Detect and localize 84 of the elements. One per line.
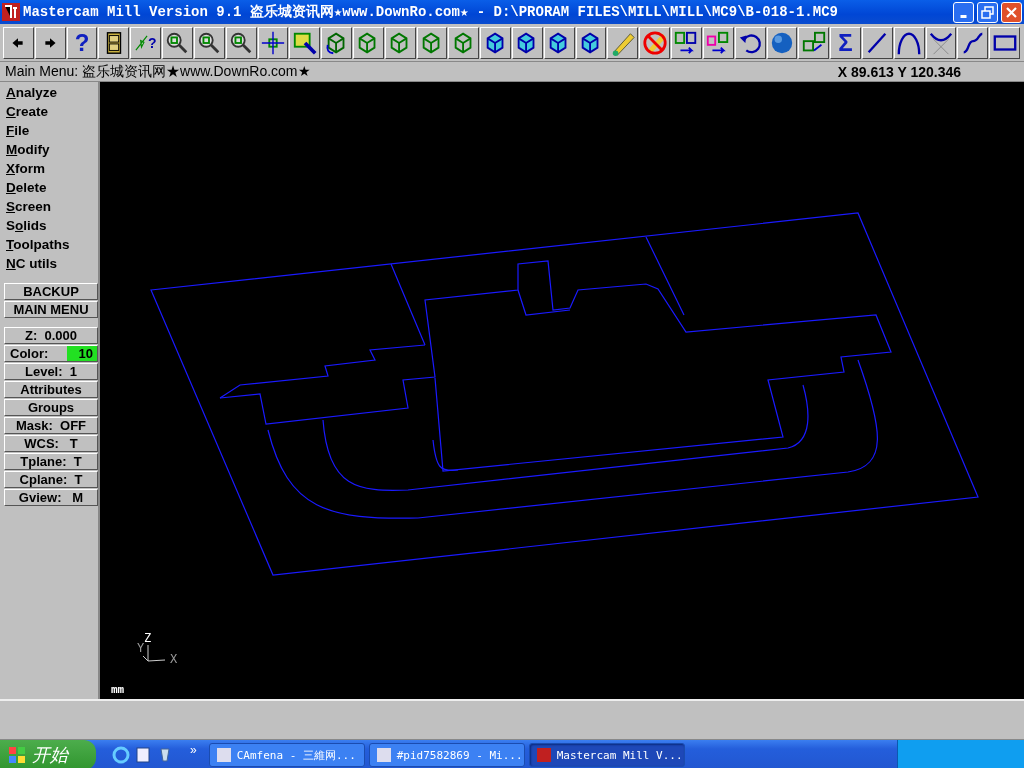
restore-icon [981,5,994,19]
menu-item[interactable]: Create [4,102,98,121]
arc-button[interactable] [893,27,925,59]
query-button[interactable]: ? [130,27,162,59]
pencil-button[interactable] [607,27,639,59]
status-button[interactable]: WCS: T [4,435,98,452]
no-pencil-icon [641,30,668,56]
wireframe-cube-button[interactable] [416,27,448,59]
menu-item[interactable]: File [4,121,98,140]
window-icon [215,747,232,763]
color-button[interactable]: Color: 10 [4,345,98,362]
copy-button[interactable] [702,27,734,59]
menu-item[interactable]: Delete [4,178,98,197]
status-button[interactable]: Cplane: T [4,471,98,488]
color-swatch: 10 [67,346,97,361]
fillet-icon [927,30,954,56]
menu-item[interactable]: Modify [4,140,98,159]
restore-button[interactable] [977,1,998,23]
shaded-cube-button[interactable] [543,27,575,59]
status-button[interactable]: Level: 1 [4,363,98,380]
nav-button[interactable]: BACKUP [4,283,98,300]
status-button[interactable]: Mask: OFF [4,417,98,434]
document-icon[interactable] [134,746,152,764]
shaded-cube-button[interactable] [512,27,543,59]
undo-button[interactable] [734,27,766,59]
rectangle-button[interactable] [989,27,1020,59]
taskbar-button[interactable]: Mastercam Mill V... [528,743,685,767]
axis-label: Z [144,632,152,644]
status-button[interactable]: Gview: M [4,489,98,506]
status-button[interactable]: Groups [4,399,98,416]
taskbar-button[interactable]: #pid7582869 - Mi... [368,743,525,767]
close-button[interactable] [1001,1,1022,23]
line-button[interactable] [861,27,893,59]
menu-item[interactable]: Xform [4,159,98,178]
sum-button[interactable]: Σ [830,27,861,59]
app-icon [2,3,20,21]
spline-button[interactable] [957,27,989,59]
minimize-icon [960,14,967,18]
main-menu-label: Main Menu: 盗乐城资讯网★www.DownRo.com★ [5,62,312,81]
menu-item[interactable]: Toolpaths [4,235,98,254]
menu-item[interactable]: Analyze [4,83,98,102]
status-button[interactable]: Tplane: T [4,453,98,470]
window-icon [375,747,392,763]
axis-label: Y [137,642,145,654]
browser-icon[interactable] [112,746,130,764]
window-icon [535,747,552,763]
zoom-button[interactable] [225,27,257,59]
cursor-coordinates: X 89.613 Y 120.346 [837,63,961,80]
minimize-button[interactable] [953,1,974,23]
rotate-button[interactable] [321,27,352,59]
no-pencil-button[interactable] [639,27,671,59]
menu-item[interactable]: Solids [4,216,98,235]
zoom-button[interactable] [193,27,225,59]
close-icon [1005,5,1018,19]
select-box-icon [291,30,318,56]
solid-move-button[interactable] [798,27,830,59]
wireframe-cube-button[interactable] [352,27,384,59]
menu-item[interactable]: Screen [4,197,98,216]
shaded-cube-button[interactable] [480,27,511,59]
axis-label: X [170,653,178,665]
forward-button[interactable] [34,27,66,59]
status-button[interactable]: Z: 0.000 [4,327,98,344]
window-title: Mastercam Mill Version 9.1 盗乐城资讯网★www.DownRo.com★ - D:\PRORAM FILES\MILL\MILL\MC9\B-018-1.MC9 [23,3,839,21]
back-button[interactable] [3,27,34,59]
select-button[interactable] [289,27,321,59]
fillet-button[interactable] [925,27,957,59]
taskbar-button[interactable]: CAmfena - 三維网... [208,743,365,767]
nav-button[interactable]: MAIN MENU [4,301,98,318]
units-label: mm [111,683,125,696]
wireframe-cube-button[interactable] [384,27,416,59]
status-button[interactable]: Attributes [4,381,98,398]
sphere-button[interactable] [766,27,798,59]
move-button[interactable] [671,27,702,59]
shaded-cube-button[interactable] [575,27,607,59]
color-label: Color: [10,346,49,361]
more-chevron[interactable]: » [190,743,197,757]
arc-icon [896,30,923,56]
menu-item[interactable]: NC utils [4,254,98,273]
pan-button[interactable] [257,27,289,59]
help-button[interactable]: ? [66,27,98,59]
zoom-out-button[interactable] [162,27,193,59]
cabinet-button[interactable] [98,27,130,59]
wireframe-cube-button[interactable] [448,27,480,59]
windows-flag-icon [8,746,26,764]
